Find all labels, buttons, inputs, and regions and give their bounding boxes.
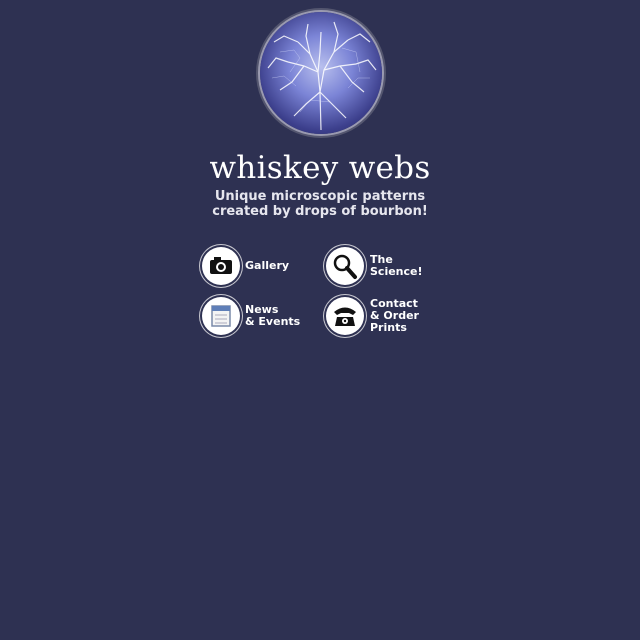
nav-contact-line-3: Prints (370, 321, 407, 334)
nav-science-label: The Science! (370, 254, 423, 278)
nav-science-link[interactable]: The Science! (325, 246, 425, 286)
nav-gallery-link[interactable]: Gallery (201, 246, 301, 286)
calendar-icon (202, 297, 240, 335)
tagline-line-1: Unique microscopic patterns (214, 189, 426, 204)
nav-contact-label: Contact & Order Prints (370, 298, 419, 334)
telephone-icon (326, 297, 364, 335)
nav-news-label: News & Events (245, 304, 300, 328)
nav-news-line-2: & Events (245, 315, 301, 328)
nav-contact-link[interactable]: Contact & Order Prints (325, 296, 435, 336)
site-title: whiskey webs (209, 150, 431, 186)
nav-news-link[interactable]: News & Events (201, 296, 301, 336)
site-tagline: Unique microscopic patterns created by d… (0, 189, 640, 219)
nav-gallery-label: Gallery (245, 260, 289, 272)
whiskey-web-logo (260, 12, 382, 134)
nav-science-line-2: Science! (370, 265, 423, 278)
camera-icon (202, 247, 240, 285)
tagline-line-2: created by drops of bourbon! (212, 204, 428, 219)
magnifying-glass-icon (326, 247, 364, 285)
nav-gallery-line-1: Gallery (245, 259, 290, 272)
